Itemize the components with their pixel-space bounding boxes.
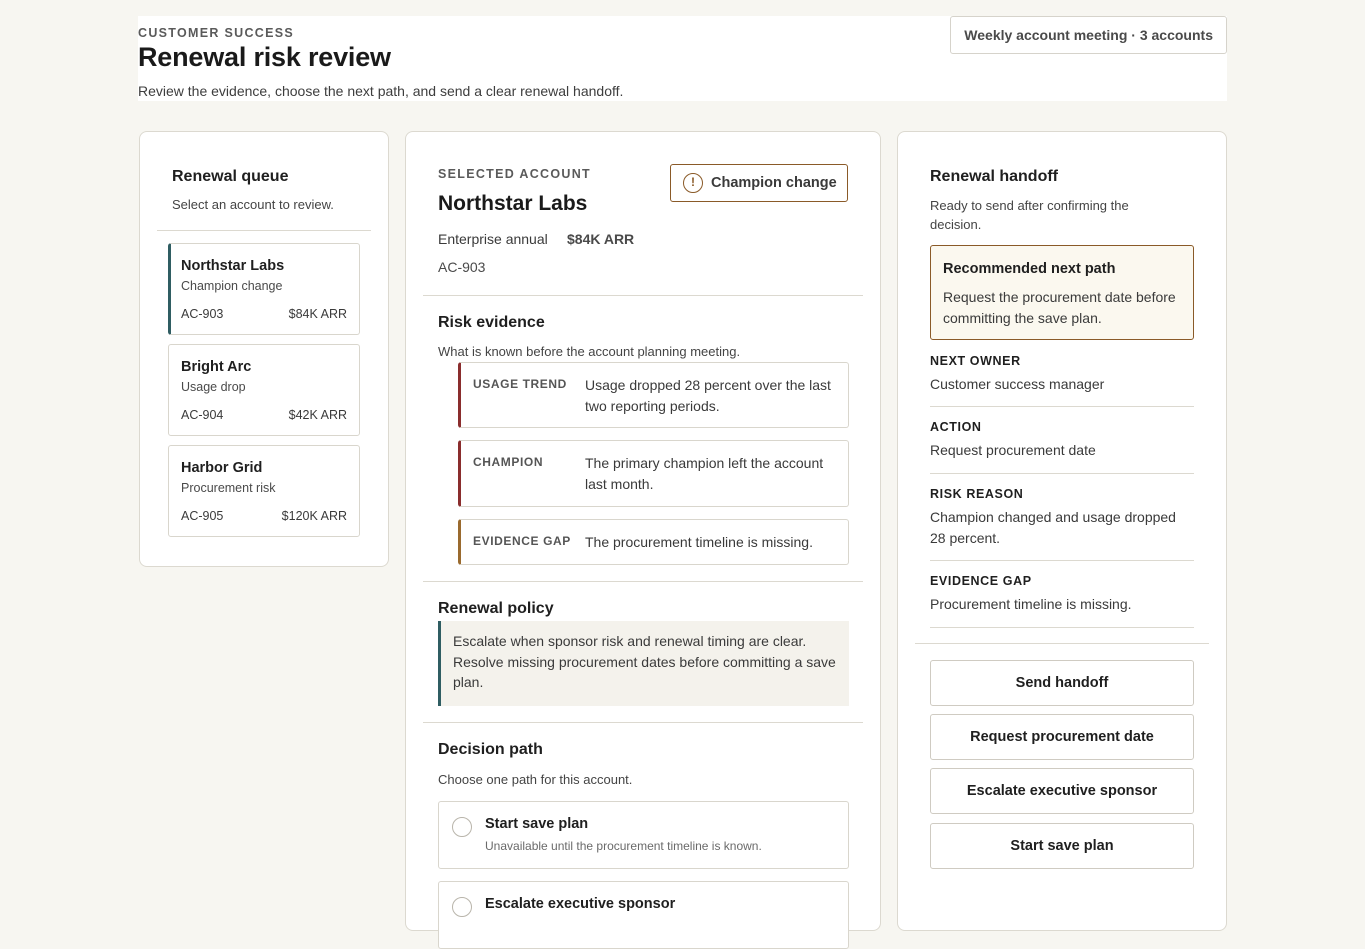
field-value: Champion changed and usage dropped 28 pe…: [930, 509, 1176, 546]
queue-item-id: AC-904: [181, 408, 224, 422]
handoff-hint: Ready to send after confirming the decis…: [930, 198, 1129, 232]
escalate-executive-sponsor-button[interactable]: Escalate executive sponsor: [930, 768, 1194, 814]
queue-item-reason: Champion change: [181, 279, 283, 293]
field-value: Request procurement date: [930, 442, 1096, 458]
queue-item-reason: Usage drop: [181, 380, 246, 394]
selected-account-eyebrow: SELECTED ACCOUNT: [438, 167, 591, 181]
queue-item-northstar-labs[interactable]: Northstar Labs Champion change AC-903 $8…: [168, 243, 360, 335]
champion-change-badge: ! Champion change: [670, 164, 848, 202]
queue-item-reason: Procurement risk: [181, 481, 276, 495]
renewal-policy-text: Escalate when sponsor risk and renewal t…: [438, 621, 849, 706]
queue-item-name: Northstar Labs: [181, 258, 285, 274]
recommend-title: Recommended next path: [943, 261, 1116, 277]
section-divider: [915, 643, 1209, 644]
field-divider: [930, 473, 1194, 474]
account-id: AC-903: [438, 259, 486, 275]
option-subtitle: Unavailable until the procurement timeli…: [485, 839, 762, 853]
decision-path-hint: Choose one path for this account.: [438, 772, 633, 787]
field-value: Procurement timeline is missing.: [930, 596, 1132, 612]
evidence-label: USAGE TREND: [473, 377, 567, 391]
queue-item-arr: $84K ARR: [288, 307, 347, 321]
field-value: Customer success manager: [930, 376, 1105, 392]
evidence-champion: CHAMPION The primary champion left the a…: [458, 440, 849, 507]
field-label: RISK REASON: [930, 487, 1024, 501]
queue-item-name: Harbor Grid: [181, 460, 263, 476]
queue-hint: Select an account to review.: [172, 197, 334, 212]
risk-evidence-hint: What is known before the account plannin…: [438, 344, 741, 359]
page-subtitle: Review the evidence, choose the next pat…: [138, 83, 624, 99]
queue-item-arr: $42K ARR: [288, 408, 347, 422]
queue-title: Renewal queue: [172, 168, 289, 185]
account-arr: $84K ARR: [567, 231, 635, 247]
send-handoff-button[interactable]: Send handoff: [930, 660, 1194, 706]
queue-item-arr: $120K ARR: [281, 509, 347, 523]
section-eyebrow: CUSTOMER SUCCESS: [138, 26, 295, 40]
evidence-label: CHAMPION: [473, 455, 544, 469]
queue-item-id: AC-905: [181, 509, 224, 523]
handoff-title: Renewal handoff: [930, 168, 1059, 185]
decision-path-title: Decision path: [438, 741, 543, 758]
field-next-owner: NEXT OWNER Customer success manager: [930, 354, 1194, 395]
account-plan: Enterprise annual: [438, 231, 548, 247]
badge-label: Champion change: [711, 175, 837, 191]
field-evidence-gap: EVIDENCE GAP Procurement timeline is mis…: [930, 574, 1194, 615]
field-action: ACTION Request procurement date: [930, 420, 1194, 461]
selected-account-panel: SELECTED ACCOUNT ! Champion change North…: [405, 131, 881, 949]
option-start-save-plan[interactable]: Start save plan Unavailable until the pr…: [438, 801, 849, 869]
start-save-plan-button[interactable]: Start save plan: [930, 823, 1194, 869]
radio-button[interactable]: [452, 897, 472, 917]
risk-evidence-title: Risk evidence: [438, 314, 545, 331]
renewal-queue-panel: Renewal queue Select an account to revie…: [139, 131, 389, 567]
queue-item-name: Bright Arc: [181, 359, 252, 375]
meeting-chip: Weekly account meeting · 3 accounts: [950, 16, 1227, 54]
radio-button[interactable]: [452, 817, 472, 837]
page-title: Renewal risk review: [138, 42, 391, 72]
section-divider: [423, 722, 863, 723]
queue-divider: [157, 230, 371, 231]
evidence-text: The primary champion left the account la…: [585, 455, 824, 492]
evidence-gap: EVIDENCE GAP The procurement timeline is…: [458, 519, 849, 565]
queue-item-id: AC-903: [181, 307, 224, 321]
recommend-text: Request the procurement date before comm…: [943, 289, 1176, 326]
evidence-usage-trend: USAGE TREND Usage dropped 28 percent ove…: [458, 362, 849, 428]
section-divider: [423, 295, 863, 296]
option-escalate-executive-sponsor[interactable]: Escalate executive sponsor: [438, 881, 849, 949]
request-procurement-date-button[interactable]: Request procurement date: [930, 714, 1194, 760]
account-name: Northstar Labs: [438, 192, 588, 215]
queue-item-harbor-grid[interactable]: Harbor Grid Procurement risk AC-905 $120…: [168, 445, 360, 537]
field-divider: [930, 406, 1194, 407]
page-header: CUSTOMER SUCCESS Renewal risk review Rev…: [138, 16, 1227, 101]
evidence-text: The procurement timeline is missing.: [585, 534, 813, 550]
alert-circle-icon: !: [683, 173, 703, 193]
field-label: ACTION: [930, 420, 982, 434]
queue-item-bright-arc[interactable]: Bright Arc Usage drop AC-904 $42K ARR: [168, 344, 360, 436]
field-label: EVIDENCE GAP: [930, 574, 1032, 588]
section-divider: [423, 581, 863, 582]
field-divider: [930, 627, 1194, 628]
evidence-label: EVIDENCE GAP: [473, 534, 571, 548]
renewal-policy-title: Renewal policy: [438, 600, 554, 617]
option-title: Escalate executive sponsor: [485, 896, 676, 912]
recommended-next-path: Recommended next path Request the procur…: [930, 245, 1194, 340]
renewal-handoff-panel: Renewal handoff Ready to send after conf…: [897, 131, 1227, 931]
option-title: Start save plan: [485, 816, 589, 832]
field-risk-reason: RISK REASON Champion changed and usage d…: [930, 487, 1194, 548]
field-label: NEXT OWNER: [930, 354, 1021, 368]
field-divider: [930, 560, 1194, 561]
evidence-text: Usage dropped 28 percent over the last t…: [585, 377, 831, 414]
